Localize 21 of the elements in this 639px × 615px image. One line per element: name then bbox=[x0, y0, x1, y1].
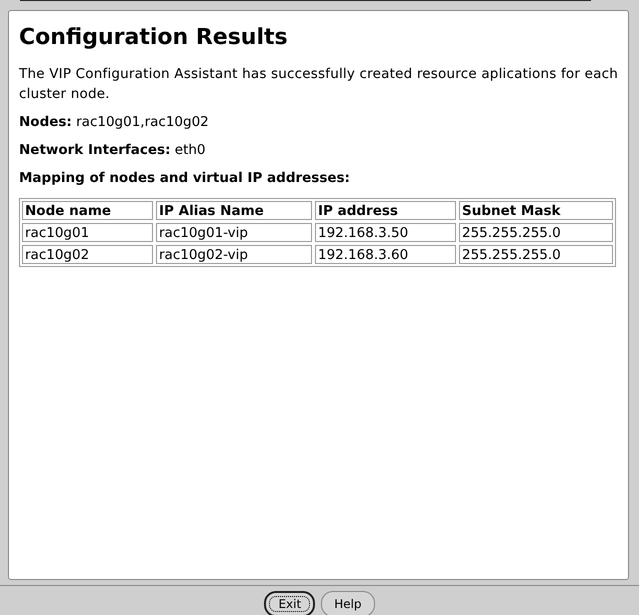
column-header: Node name bbox=[22, 201, 153, 220]
dialog-button[interactable]: Help bbox=[321, 591, 375, 615]
table-cell: 192.168.3.50 bbox=[315, 223, 456, 242]
section-title: Mapping of nodes and virtual IP addresses: bbox=[19, 170, 350, 186]
field-label: Nodes: bbox=[19, 114, 72, 130]
table-cell: 192.168.3.60 bbox=[315, 245, 456, 264]
description-text: The VIP Configuration Assistant has successfully created resource aplications for each cluster node. bbox=[19, 65, 618, 104]
field-value: eth0 bbox=[174, 142, 206, 158]
table-cell: rac10g01-vip bbox=[156, 223, 312, 242]
table-cell: rac10g02 bbox=[22, 245, 153, 264]
table-cell: 255.255.255.0 bbox=[459, 245, 613, 264]
column-header: IP address bbox=[315, 201, 456, 220]
page-heading: Configuration Results bbox=[19, 25, 289, 50]
table-cell: rac10g02-vip bbox=[156, 245, 312, 264]
field-value: rac10g01,rac10g02 bbox=[76, 114, 209, 130]
table-cell: 255.255.255.0 bbox=[459, 223, 613, 242]
column-header: IP Alias Name bbox=[156, 201, 312, 220]
table-cell: rac10g01 bbox=[22, 223, 153, 242]
field-label: Network Interfaces: bbox=[19, 142, 170, 158]
dialog-button[interactable]: Exit bbox=[264, 591, 316, 615]
column-header: Subnet Mask bbox=[459, 201, 613, 220]
